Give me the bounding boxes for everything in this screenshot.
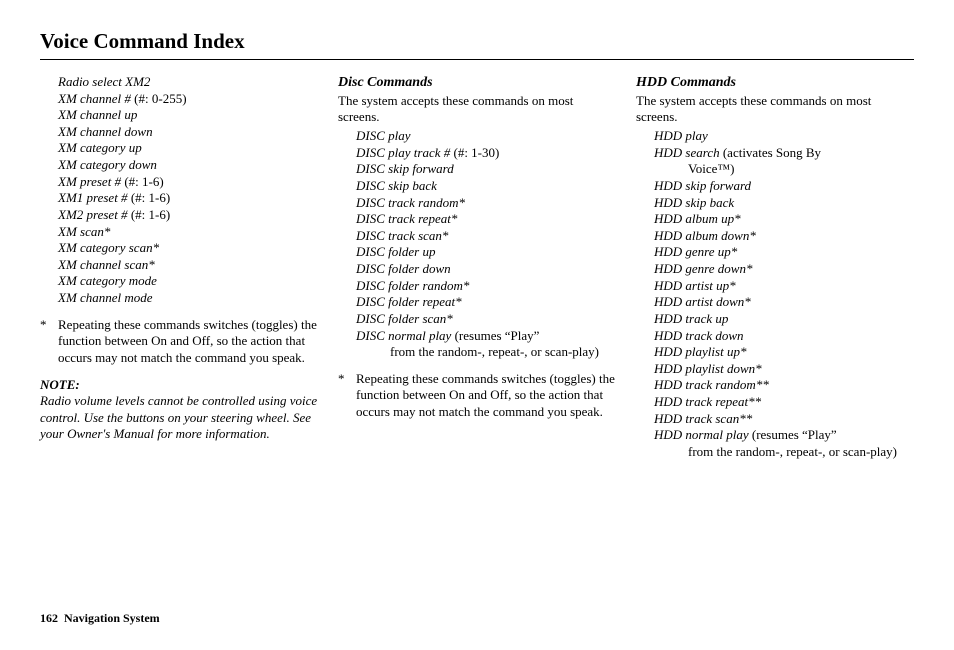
command-item: HDD skip back (654, 195, 914, 212)
command-item-continuation: Voice™) (654, 161, 914, 178)
col2-asterisk-note: * Repeating these commands switches (tog… (338, 371, 616, 421)
column-3: HDD Commands The system accepts these co… (636, 74, 914, 461)
command-item: HDD album down* (654, 228, 914, 245)
command-item: DISC folder up (356, 244, 616, 261)
command-item: XM preset # (#: 1-6) (58, 174, 318, 191)
disc-commands-heading: Disc Commands (338, 74, 616, 92)
col1-command-list: Radio select XM2XM channel # (#: 0-255)X… (40, 74, 318, 307)
asterisk-note-text: Repeating these commands switches (toggl… (356, 371, 616, 421)
command-item: XM channel up (58, 107, 318, 124)
asterisk-marker: * (40, 317, 58, 367)
asterisk-note-text: Repeating these commands switches (toggl… (58, 317, 318, 367)
command-item: HDD normal play (resumes “Play” (654, 427, 914, 444)
command-item: Radio select XM2 (58, 74, 318, 91)
command-item: HDD genre down* (654, 261, 914, 278)
column-2: Disc Commands The system accepts these c… (338, 74, 616, 461)
hdd-commands-intro: The system accepts these commands on mos… (636, 93, 914, 126)
footer-label: Navigation System (64, 611, 160, 625)
command-item: HDD skip forward (654, 178, 914, 195)
command-item: XM category up (58, 140, 318, 157)
disc-commands-intro: The system accepts these commands on mos… (338, 93, 616, 126)
command-item: XM category mode (58, 273, 318, 290)
note-body: Radio volume levels cannot be controlled… (40, 393, 318, 443)
page-title: Voice Command Index (40, 28, 914, 60)
command-item: XM scan* (58, 224, 318, 241)
command-item: HDD artist up* (654, 278, 914, 295)
command-item: XM channel scan* (58, 257, 318, 274)
command-item: DISC folder repeat* (356, 294, 616, 311)
command-item: XM category scan* (58, 240, 318, 257)
col2-command-list: DISC playDISC play track # (#: 1-30)DISC… (338, 128, 616, 361)
command-item: DISC track repeat* (356, 211, 616, 228)
column-1: Radio select XM2XM channel # (#: 0-255)X… (40, 74, 318, 461)
page-number: 162 (40, 611, 58, 625)
command-item: HDD artist down* (654, 294, 914, 311)
command-item-continuation: from the random-, repeat-, or scan-play) (654, 444, 914, 461)
command-item: DISC skip back (356, 178, 616, 195)
command-item: HDD album up* (654, 211, 914, 228)
command-item: XM2 preset # (#: 1-6) (58, 207, 318, 224)
asterisk-marker: * (338, 371, 356, 421)
command-item: HDD play (654, 128, 914, 145)
command-item-continuation: from the random-, repeat-, or scan-play) (356, 344, 616, 361)
content-columns: Radio select XM2XM channel # (#: 0-255)X… (40, 74, 914, 461)
command-item: DISC track random* (356, 195, 616, 212)
note-heading: NOTE: (40, 377, 318, 394)
command-item: DISC folder random* (356, 278, 616, 295)
command-item: HDD track up (654, 311, 914, 328)
command-item: XM category down (58, 157, 318, 174)
command-item: HDD genre up* (654, 244, 914, 261)
command-item: XM channel # (#: 0-255) (58, 91, 318, 108)
command-item: DISC play track # (#: 1-30) (356, 145, 616, 162)
command-item: DISC normal play (resumes “Play” (356, 328, 616, 345)
command-item: DISC track scan* (356, 228, 616, 245)
hdd-commands-heading: HDD Commands (636, 74, 914, 92)
command-item: DISC play (356, 128, 616, 145)
command-item: HDD track random** (654, 377, 914, 394)
command-item: DISC folder down (356, 261, 616, 278)
command-item: HDD track down (654, 328, 914, 345)
command-item: HDD track repeat** (654, 394, 914, 411)
command-item: HDD search (activates Song By (654, 145, 914, 162)
command-item: HDD playlist up* (654, 344, 914, 361)
col3-command-list: HDD playHDD search (activates Song ByVoi… (636, 128, 914, 461)
command-item: DISC folder scan* (356, 311, 616, 328)
command-item: XM channel down (58, 124, 318, 141)
command-item: HDD track scan** (654, 411, 914, 428)
col1-asterisk-note: * Repeating these commands switches (tog… (40, 317, 318, 367)
command-item: DISC skip forward (356, 161, 616, 178)
page-footer: 162 Navigation System (40, 611, 160, 626)
command-item: HDD playlist down* (654, 361, 914, 378)
command-item: XM1 preset # (#: 1-6) (58, 190, 318, 207)
command-item: XM channel mode (58, 290, 318, 307)
